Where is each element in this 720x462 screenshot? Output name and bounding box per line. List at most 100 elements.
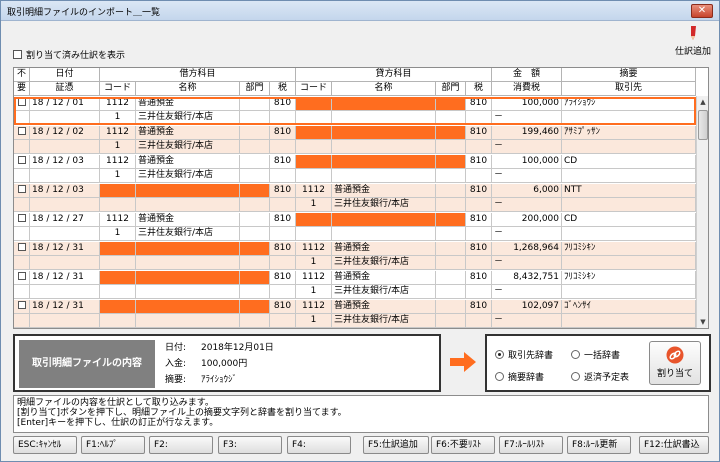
cell-cr-code: 1112 (296, 300, 332, 314)
table-row[interactable]: 18 / 12 / 31 810 1112 普通預金 810 1,268,964 ﾌﾘｺﾐｼ… (14, 242, 696, 256)
f8-rule-update-button[interactable]: F8:ﾙｰﾙ更新 (567, 436, 631, 454)
cell-sub-cr-dept (436, 285, 466, 299)
unneeded-checkbox[interactable] (17, 301, 26, 309)
f5-add-journal-button[interactable]: F5:仕訳追加 (363, 436, 429, 454)
show-assigned-toggle[interactable]: 割り当て済み仕訳を表示 (13, 48, 125, 61)
radio-bulk-dictionary-dot[interactable] (571, 350, 580, 359)
table-row[interactable]: 18 / 12 / 01 1112 普通預金 810 810 100,000 ｱﾗｲｼｮｳｼ… (14, 97, 696, 111)
unneeded-checkbox[interactable] (17, 214, 26, 222)
cell-dr-name: 普通預金 (136, 213, 240, 227)
cell-unneeded (14, 242, 30, 256)
esc-cancel-button[interactable]: ESC:ｷｬﾝｾﾙ (13, 436, 77, 454)
table-row[interactable]: 18 / 12 / 31 810 1112 普通預金 810 102,097 ｺﾞﾍﾝｻｲ (14, 300, 696, 314)
f6-unneeded-list-button[interactable]: F6:不要ﾘｽﾄ (431, 436, 495, 454)
cell-amount: 102,097 (492, 300, 562, 314)
unneeded-checkbox[interactable] (17, 127, 26, 135)
grid-scrollbar[interactable]: ▲ ▼ (696, 96, 708, 328)
cell-sub-amount: － (492, 169, 562, 183)
f1-help-button[interactable]: F1:ﾍﾙﾌﾟ (81, 436, 145, 454)
cell-cr-code (296, 97, 332, 111)
cell-sub-cr-tax (466, 285, 492, 299)
cell-sub-unneeded (14, 314, 30, 328)
cell-sub-cr-name: 三井住友銀行/本店 (332, 314, 436, 328)
cell-cr-tax: 810 (466, 184, 492, 198)
header-voucher: 証憑 (30, 82, 100, 96)
scroll-up-icon[interactable]: ▲ (697, 96, 708, 108)
radio-partner-dictionary-dot[interactable] (495, 350, 504, 359)
cell-cr-code: 1112 (296, 271, 332, 285)
cell-cr-name: 普通預金 (332, 242, 436, 256)
f2-button[interactable]: F2: (149, 436, 213, 454)
cell-amount: 6,000 (492, 184, 562, 198)
cell-sub-date (30, 314, 100, 328)
unneeded-checkbox[interactable] (17, 272, 26, 280)
radio-memo-dictionary-dot[interactable] (495, 372, 504, 381)
cell-cr-dept (436, 300, 466, 314)
table-row-sub[interactable]: 1 三井住友銀行/本店 － (14, 111, 696, 125)
cell-partner: NTT (562, 184, 696, 198)
table-row-sub[interactable]: 1 三井住友銀行/本店 － (14, 198, 696, 212)
cell-sub-date (30, 227, 100, 241)
radio-repayment-schedule-dot[interactable] (571, 372, 580, 381)
cell-dr-code (100, 300, 136, 314)
cell-sub-cr-tax (466, 198, 492, 212)
cell-sub-dr-tax (270, 227, 296, 241)
f3-button[interactable]: F3: (218, 436, 282, 454)
cell-dr-tax: 810 (270, 242, 296, 256)
cell-cr-code: 1112 (296, 242, 332, 256)
close-button[interactable]: ✕ (691, 4, 713, 18)
radio-partner-dictionary[interactable]: 取引先辞書 (495, 348, 553, 361)
scroll-down-icon[interactable]: ▼ (697, 316, 708, 328)
unneeded-checkbox[interactable] (17, 98, 26, 106)
cell-dr-code: 1112 (100, 155, 136, 169)
cell-sub-date (30, 198, 100, 212)
detail-date-value: 2018年12月01日 (201, 343, 274, 353)
cell-dr-tax: 810 (270, 184, 296, 198)
unneeded-checkbox[interactable] (17, 243, 26, 251)
cell-cr-name (332, 213, 436, 227)
cell-sub-cr-code: 1 (296, 256, 332, 270)
table-row[interactable]: 18 / 12 / 27 1112 普通預金 810 810 200,000 CD (14, 213, 696, 227)
cell-sub-partner (562, 198, 696, 212)
unneeded-checkbox[interactable] (17, 185, 26, 193)
add-journal-button[interactable]: 仕訳追加 (669, 26, 717, 57)
cell-sub-dr-tax (270, 140, 296, 154)
table-row[interactable]: 18 / 12 / 02 1112 普通預金 810 810 199,460 ｱｻﾐﾌﾟｯｻ… (14, 126, 696, 140)
cell-sub-dr-name (136, 285, 240, 299)
unneeded-checkbox[interactable] (17, 156, 26, 164)
table-row-sub[interactable]: 1 三井住友銀行/本店 － (14, 169, 696, 183)
scroll-thumb[interactable] (698, 110, 708, 140)
header-credit: 貸方科目 (296, 68, 492, 82)
table-row[interactable]: 18 / 12 / 03 810 1112 普通預金 810 6,000 NTT (14, 184, 696, 198)
cell-dr-dept (240, 126, 270, 140)
radio-bulk-dictionary[interactable]: 一括辞書 (571, 348, 620, 361)
table-row-sub[interactable]: 1 三井住友銀行/本店 － (14, 314, 696, 328)
cell-sub-cr-dept (436, 111, 466, 125)
cell-sub-cr-code (296, 111, 332, 125)
journal-grid[interactable]: 不 日付 借方科目 貸方科目 金 額 摘要 要 証憑 コード 名称 部門 税 コ… (13, 67, 709, 329)
radio-repayment-schedule[interactable]: 返済予定表 (571, 370, 629, 383)
assign-button[interactable]: 割り当て (649, 341, 701, 385)
cell-unneeded (14, 271, 30, 285)
header-cr-tax: 税 (466, 82, 492, 96)
f7-rule-list-button[interactable]: F7:ﾙｰﾙﾘｽﾄ (499, 436, 563, 454)
table-row-sub[interactable]: 1 三井住友銀行/本店 － (14, 140, 696, 154)
cell-cr-dept (436, 155, 466, 169)
cell-sub-dr-tax (270, 314, 296, 328)
header-debit: 借方科目 (100, 68, 296, 82)
show-assigned-checkbox[interactable] (13, 50, 22, 59)
f4-button[interactable]: F4: (287, 436, 351, 454)
table-row-sub[interactable]: 1 三井住友銀行/本店 － (14, 256, 696, 270)
link-icon (666, 346, 684, 364)
radio-memo-dictionary[interactable]: 摘要辞書 (495, 370, 544, 383)
window-title: 取引明細ファイルのインポート＿一覧 (7, 8, 161, 18)
cell-sub-cr-name: 三井住友銀行/本店 (332, 256, 436, 270)
table-row-sub[interactable]: 1 三井住友銀行/本店 － (14, 285, 696, 299)
cell-partner: ｺﾞﾍﾝｻｲ (562, 300, 696, 314)
cell-cr-tax: 810 (466, 300, 492, 314)
table-row[interactable]: 18 / 12 / 31 810 1112 普通預金 810 8,432,751 ﾌﾘｺﾐｼ… (14, 271, 696, 285)
f12-write-journal-button[interactable]: F12:仕訳書込 (639, 436, 709, 454)
table-row-sub[interactable]: 1 三井住友銀行/本店 － (14, 227, 696, 241)
table-row[interactable]: 18 / 12 / 03 1112 普通預金 810 810 100,000 CD (14, 155, 696, 169)
cell-partner: ﾌﾘｺﾐｼｷﾝ (562, 271, 696, 285)
